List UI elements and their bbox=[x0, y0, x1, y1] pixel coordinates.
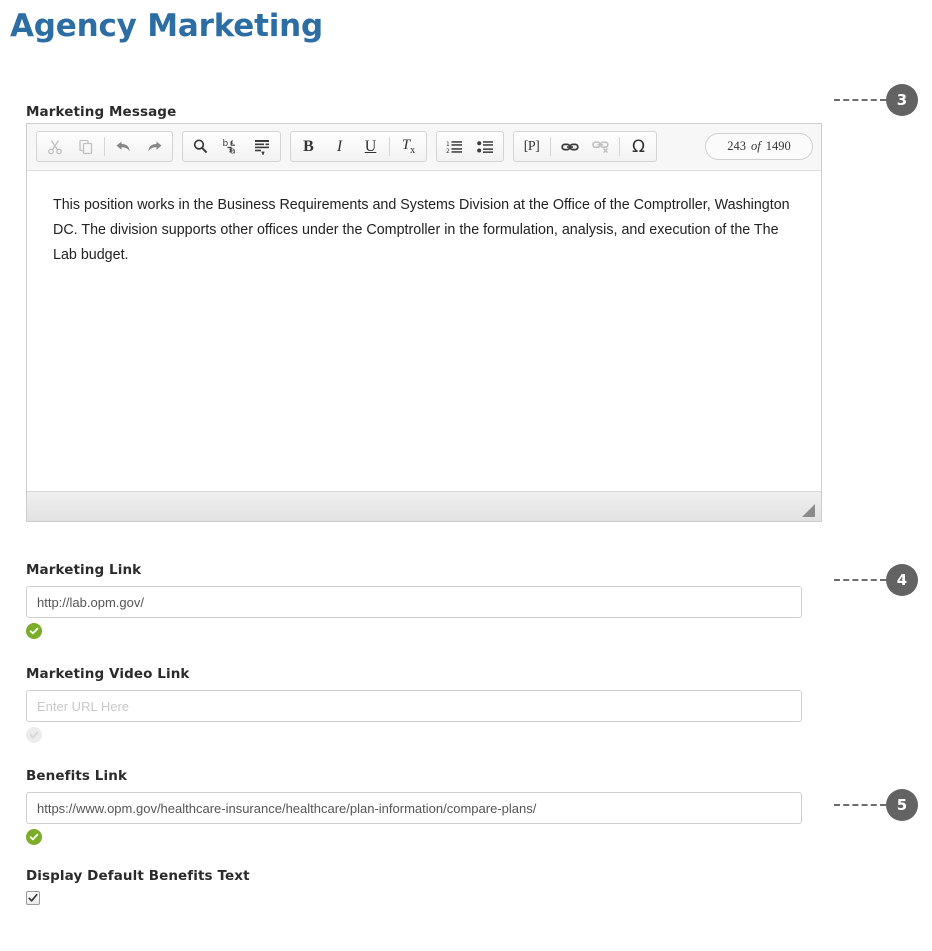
search-icon[interactable] bbox=[185, 133, 216, 160]
underline-label: U bbox=[364, 137, 377, 155]
editor-content-area[interactable]: This position works in the Business Requ… bbox=[27, 171, 821, 491]
marketing-video-link-field: Marketing Video Link bbox=[26, 666, 802, 743]
callout-badge-number: 4 bbox=[886, 564, 918, 596]
editor-toolbar: b a B I U Tx 1 2 [P] Ω 243 of 1490 bbox=[27, 124, 821, 171]
redo-icon[interactable] bbox=[139, 133, 170, 160]
paragraph-format-icon[interactable]: [P] bbox=[516, 133, 547, 160]
marketing-message-label: Marketing Message bbox=[26, 104, 177, 120]
replace-icon[interactable]: b a bbox=[216, 133, 247, 160]
callout-marker-4: 4 bbox=[834, 564, 918, 596]
benefits-link-label: Benefits Link bbox=[26, 768, 128, 784]
remove-format-icon[interactable]: Tx bbox=[393, 133, 424, 160]
toolbar-separator bbox=[104, 137, 105, 156]
page-title: Agency Marketing bbox=[10, 8, 324, 44]
character-count-separator: of bbox=[751, 139, 761, 153]
toolbar-group-lists: 1 2 bbox=[436, 131, 504, 162]
toolbar-group-links: [P] Ω bbox=[513, 131, 657, 162]
marketing-video-link-input[interactable] bbox=[26, 690, 802, 722]
undo-icon[interactable] bbox=[108, 133, 139, 160]
special-character-icon[interactable]: Ω bbox=[623, 133, 654, 160]
bold-icon[interactable]: B bbox=[293, 133, 324, 160]
callout-marker-5: 5 bbox=[834, 789, 918, 821]
paragraph-format-label: [P] bbox=[523, 138, 540, 154]
toolbar-group-find: b a bbox=[182, 131, 281, 162]
benefits-link-field: Benefits Link bbox=[26, 768, 802, 845]
underline-icon[interactable]: U bbox=[355, 133, 386, 160]
callout-leader-line bbox=[834, 99, 886, 101]
character-counter: 243 of 1490 bbox=[705, 133, 813, 160]
display-default-benefits-field: Display Default Benefits Text bbox=[26, 868, 250, 905]
italic-label: I bbox=[336, 137, 343, 155]
callout-badge-number: 3 bbox=[886, 84, 918, 116]
svg-text:1: 1 bbox=[446, 141, 450, 148]
toolbar-group-basic-styles: B I U Tx bbox=[290, 131, 427, 162]
select-all-icon[interactable] bbox=[247, 133, 278, 160]
marketing-link-input[interactable] bbox=[26, 586, 802, 618]
unlink-icon[interactable] bbox=[585, 133, 616, 160]
cut-icon[interactable] bbox=[39, 133, 70, 160]
benefits-link-input[interactable] bbox=[26, 792, 802, 824]
bulleted-list-icon[interactable] bbox=[470, 133, 501, 160]
resize-handle-icon[interactable] bbox=[802, 504, 815, 517]
character-count-max: 1490 bbox=[765, 139, 791, 153]
bold-label: B bbox=[303, 137, 314, 155]
marketing-link-valid-icon bbox=[26, 623, 42, 639]
callout-marker-3: 3 bbox=[834, 84, 918, 116]
display-default-benefits-checkbox[interactable] bbox=[26, 891, 40, 905]
marketing-video-link-valid-icon bbox=[26, 727, 42, 743]
italic-icon[interactable]: I bbox=[324, 133, 355, 160]
display-default-benefits-label: Display Default Benefits Text bbox=[26, 868, 250, 884]
callout-badge-number: 5 bbox=[886, 789, 918, 821]
toolbar-group-clipboard bbox=[36, 131, 173, 162]
callout-leader-line bbox=[834, 579, 886, 581]
callout-leader-line bbox=[834, 804, 886, 806]
copy-icon[interactable] bbox=[70, 133, 101, 160]
editor-body-text: This position works in the Business Requ… bbox=[53, 197, 790, 263]
rich-text-editor: b a B I U Tx 1 2 [P] Ω 243 of 1490 This … bbox=[26, 123, 822, 522]
marketing-link-label: Marketing Link bbox=[26, 562, 142, 578]
svg-text:2: 2 bbox=[446, 148, 450, 154]
marketing-message-editor: b a B I U Tx 1 2 [P] Ω 243 of 1490 This … bbox=[26, 123, 822, 522]
toolbar-separator bbox=[550, 137, 551, 156]
marketing-link-field: Marketing Link bbox=[26, 562, 802, 639]
benefits-link-valid-icon bbox=[26, 829, 42, 845]
marketing-video-link-label: Marketing Video Link bbox=[26, 666, 190, 682]
special-character-label: Ω bbox=[632, 136, 645, 157]
toolbar-separator bbox=[619, 137, 620, 156]
link-icon[interactable] bbox=[554, 133, 585, 160]
toolbar-separator bbox=[389, 137, 390, 156]
character-count-current: 243 bbox=[727, 139, 746, 153]
numbered-list-icon[interactable]: 1 2 bbox=[439, 133, 470, 160]
marketing-message-label-wrap: Marketing Message bbox=[26, 104, 176, 120]
remove-format-label: Tx bbox=[401, 137, 416, 156]
editor-status-bar bbox=[27, 491, 821, 521]
